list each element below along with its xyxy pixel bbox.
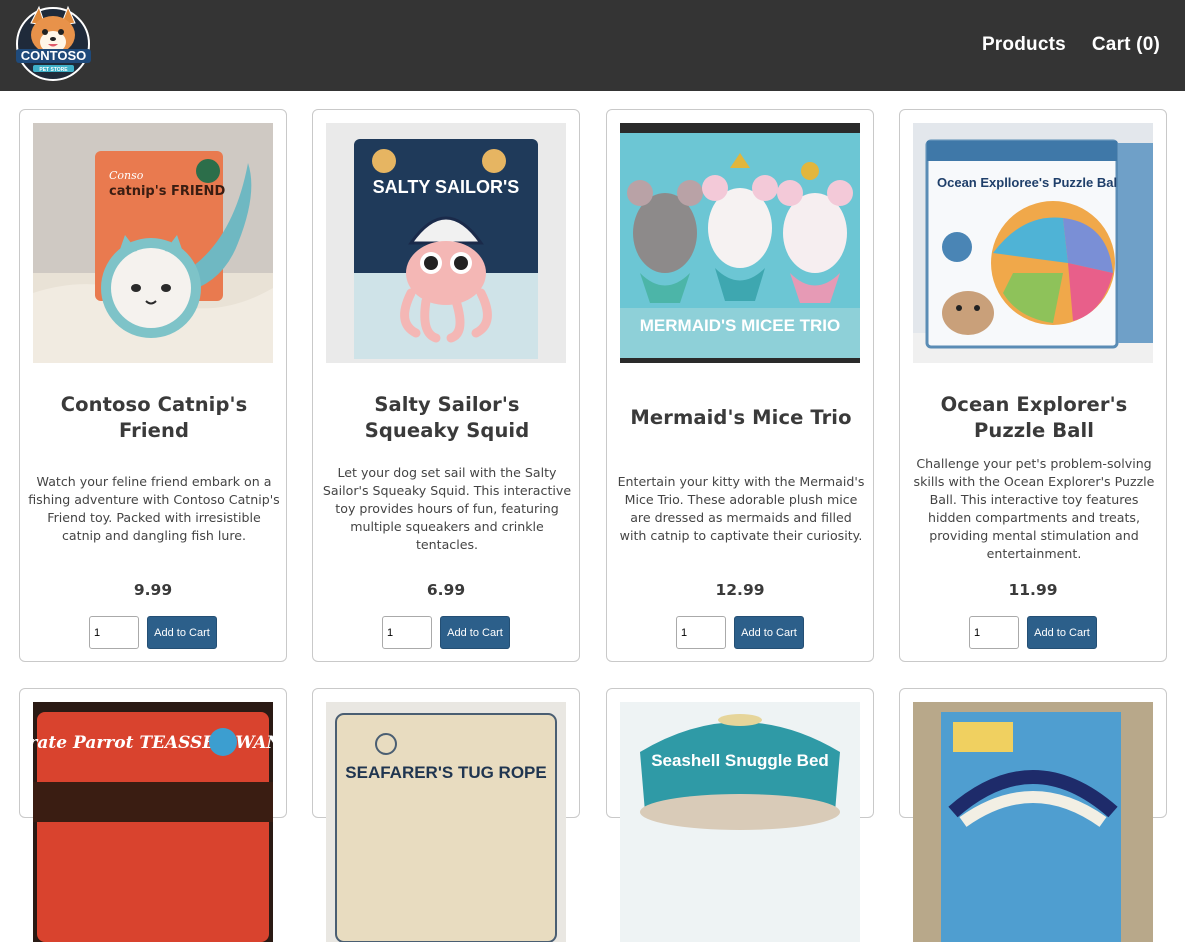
product-image[interactable] <box>913 702 1153 942</box>
product-card: SALTY SAILOR'S Salty Sailor's Squeaky Sq… <box>312 109 580 662</box>
svg-text:Ocean Explloree's Puzzle Ball: Ocean Explloree's Puzzle Ball <box>937 175 1121 190</box>
product-title[interactable]: Ocean Explorer's Puzzle Ball <box>914 392 1154 444</box>
product-card: Pirate Parrot TEASSER WAND <box>19 688 287 942</box>
quantity-input[interactable] <box>89 616 139 649</box>
svg-text:CONTOSO: CONTOSO <box>21 48 87 63</box>
quantity-input[interactable] <box>969 616 1019 649</box>
product-image[interactable]: SEAFARER'S TUG ROPE <box>326 702 566 942</box>
svg-text:Seashell Snuggle Bed: Seashell Snuggle Bed <box>651 751 829 770</box>
product-description: Challenge your pet's problem-solving ski… <box>913 456 1155 561</box>
svg-text:catnip's FRIEND: catnip's FRIEND <box>109 184 225 199</box>
product-title[interactable]: Mermaid's Mice Trio <box>630 405 851 431</box>
add-to-cart-button[interactable]: Add to Cart <box>147 616 217 649</box>
product-description: Let your dog set sail with the Salty Sai… <box>322 465 572 552</box>
svg-text:MERMAID'S MICEE TRIO: MERMAID'S MICEE TRIO <box>640 316 841 335</box>
product-description: Entertain your kitty with the Mermaid's … <box>617 474 865 543</box>
product-image[interactable]: Conso catnip's FRIEND <box>33 123 273 363</box>
quantity-input[interactable] <box>382 616 432 649</box>
product-description: Watch your feline friend embark on a fis… <box>28 474 280 543</box>
product-image[interactable]: Ocean Explloree's Puzzle Ball <box>913 123 1153 363</box>
product-image[interactable]: SALTY SAILOR'S <box>326 123 566 363</box>
product-price: 12.99 <box>715 581 765 599</box>
product-card: MERMAID'S MICEE TRIO Mermaid's Mice Trio… <box>606 109 874 662</box>
product-price: 11.99 <box>1008 581 1058 599</box>
contoso-pet-store-logo[interactable]: CONTOSO PET STORE <box>13 5 94 82</box>
product-image[interactable]: Pirate Parrot TEASSER WAND <box>33 702 273 942</box>
product-title[interactable]: Salty Sailor's Squeaky Squid <box>327 392 567 444</box>
product-title[interactable]: Contoso Catnip's Friend <box>34 392 274 444</box>
product-card: SEAFARER'S TUG ROPE <box>312 688 580 942</box>
product-image[interactable]: MERMAID'S MICEE TRIO <box>620 123 860 363</box>
product-card: Seashell Snuggle Bed <box>606 688 874 942</box>
nav-products-link[interactable]: Products <box>982 34 1066 56</box>
svg-text:Pirate Parrot TEASSER WAND: Pirate Parrot TEASSER WAND <box>33 733 273 753</box>
add-to-cart-button[interactable]: Add to Cart <box>440 616 510 649</box>
nav-links: Products Cart (0) <box>982 34 1160 56</box>
quantity-input[interactable] <box>676 616 726 649</box>
top-navbar: CONTOSO PET STORE Products Cart (0) <box>0 0 1185 91</box>
product-price: 9.99 <box>133 581 173 599</box>
svg-text:Conso: Conso <box>109 169 144 182</box>
product-card: Conso catnip's FRIEND Contoso Catnip's F… <box>19 109 287 662</box>
product-image[interactable]: Seashell Snuggle Bed <box>620 702 860 942</box>
add-to-cart-button[interactable]: Add to Cart <box>1027 616 1097 649</box>
add-to-cart-button[interactable]: Add to Cart <box>734 616 804 649</box>
product-card: Ocean Explloree's Puzzle Ball Ocean Expl… <box>899 109 1167 662</box>
svg-text:SALTY SAILOR'S: SALTY SAILOR'S <box>373 177 520 197</box>
product-card <box>899 688 1167 942</box>
product-price: 6.99 <box>426 581 466 599</box>
nav-cart-link[interactable]: Cart (0) <box>1092 34 1160 56</box>
svg-text:SEAFARER'S TUG ROPE: SEAFARER'S TUG ROPE <box>345 763 546 782</box>
svg-text:PET STORE: PET STORE <box>39 67 68 73</box>
